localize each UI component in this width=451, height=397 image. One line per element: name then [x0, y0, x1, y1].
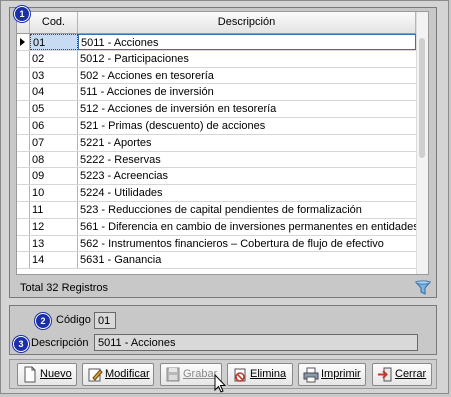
- cell-descripcion[interactable]: 502 - Acciones en tesorería: [78, 68, 416, 84]
- table-row[interactable]: 10 5224 - Utilidades: [17, 185, 416, 202]
- table-row[interactable]: 09 5223 - Acreencias: [17, 168, 416, 186]
- cell-cod[interactable]: 12: [30, 218, 78, 235]
- row-indicator: [17, 185, 30, 201]
- cell-cod[interactable]: 01: [30, 34, 78, 50]
- table-row[interactable]: 07 5221 - Aportes: [17, 134, 416, 152]
- row-indicator: [17, 67, 30, 84]
- column-header-cod[interactable]: Cod.: [30, 12, 78, 33]
- elimina-button[interactable]: Elimina: [227, 363, 293, 386]
- scrollbar-thumb[interactable]: [419, 38, 425, 158]
- codigo-badge: 2: [35, 313, 51, 329]
- mouse-cursor-icon: [214, 373, 228, 394]
- cell-descripcion[interactable]: 512 - Acciones de inversión en tesorería: [78, 101, 416, 117]
- row-indicator: [17, 218, 30, 235]
- modificar-label: Modificar: [105, 368, 150, 380]
- cell-cod[interactable]: 09: [30, 168, 78, 185]
- cell-descripcion[interactable]: 562 - Instrumentos financieros – Cobertu…: [78, 236, 416, 252]
- exit-icon: [377, 366, 393, 383]
- grid-panel: Cod. Descripción 01 5011 - Acciones 02 5012…: [9, 6, 437, 298]
- row-indicator: [17, 34, 30, 50]
- cell-cod[interactable]: 14: [30, 252, 78, 269]
- cell-cod[interactable]: 10: [30, 185, 78, 201]
- cell-descripcion[interactable]: 5012 - Participaciones: [78, 51, 416, 67]
- grabar-button[interactable]: Grabar: [160, 363, 222, 386]
- row-indicator: [17, 252, 30, 269]
- grid-rows: 01 5011 - Acciones 02 5012 - Participacione…: [17, 34, 416, 270]
- cell-cod[interactable]: 08: [30, 151, 78, 168]
- cerrar-button[interactable]: Cerrar: [372, 363, 432, 386]
- nuevo-button[interactable]: Nuevo: [17, 363, 77, 386]
- cell-cod[interactable]: 11: [30, 201, 78, 218]
- total-records-label: Total 32 Registros: [20, 282, 109, 294]
- row-indicator: [17, 84, 30, 101]
- cell-descripcion[interactable]: 511 - Acciones de inversión: [78, 84, 416, 100]
- table-row[interactable]: 08 5222 - Reservas: [17, 151, 416, 169]
- elimina-label: Elimina: [250, 368, 287, 380]
- grabar-label: Grabar: [183, 368, 218, 380]
- vertical-scrollbar[interactable]: [416, 12, 428, 274]
- table-row[interactable]: 12 561 - Diferencia en cambio de inversio…: [17, 218, 416, 236]
- table-row[interactable]: 13 562 - Instrumentos financieros – Cober…: [17, 235, 416, 253]
- column-header-descripcion[interactable]: Descripción: [78, 12, 416, 33]
- table-row[interactable]: 06 521 - Primas (descuento) de acciones: [17, 117, 416, 135]
- table-row[interactable]: 03 502 - Acciones en tesorería: [17, 67, 416, 85]
- cell-cod[interactable]: 06: [30, 117, 78, 134]
- row-indicator: [17, 117, 30, 134]
- row-indicator: [17, 235, 30, 252]
- table-row[interactable]: 11 523 - Reducciones de capital pendiente…: [17, 201, 416, 219]
- table-row[interactable]: 01 5011 - Acciones: [17, 34, 416, 51]
- row-indicator: [17, 201, 30, 218]
- row-indicator: [17, 151, 30, 168]
- cell-cod[interactable]: 04: [30, 84, 78, 101]
- row-indicator: [17, 134, 30, 151]
- table-row[interactable]: 02 5012 - Participaciones: [17, 50, 416, 68]
- current-row-arrow-icon: [20, 38, 25, 46]
- cell-descripcion[interactable]: 5223 - Acreencias: [78, 168, 416, 184]
- cell-cod[interactable]: 02: [30, 50, 78, 67]
- delete-icon: [232, 366, 248, 383]
- imprimir-label: Imprimir: [321, 368, 361, 380]
- grid-number-badge: 1: [14, 6, 30, 22]
- descripcion-field[interactable]: 5011 - Acciones: [94, 334, 418, 351]
- cell-descripcion[interactable]: 5631 - Ganancia: [78, 252, 416, 268]
- row-indicator: [17, 101, 30, 117]
- codigo-label: Código: [56, 314, 91, 326]
- save-icon: [165, 366, 181, 383]
- cell-descripcion[interactable]: 5011 - Acciones: [78, 34, 416, 50]
- new-document-icon: [22, 366, 38, 383]
- cell-cod[interactable]: 13: [30, 235, 78, 252]
- cell-descripcion[interactable]: 561 - Diferencia en cambio de inversione…: [78, 219, 416, 235]
- cell-cod[interactable]: 05: [30, 101, 78, 117]
- table-row[interactable]: 05 512 - Acciones de inversión en tesorer…: [17, 101, 416, 118]
- row-indicator: [17, 50, 30, 67]
- cell-descripcion[interactable]: 5224 - Utilidades: [78, 185, 416, 201]
- accounts-grid[interactable]: Cod. Descripción 01 5011 - Acciones 02 5012…: [16, 11, 429, 275]
- descripcion-badge: 3: [13, 336, 29, 352]
- modificar-button[interactable]: Modificar: [82, 363, 154, 386]
- codigo-field[interactable]: 01: [94, 312, 116, 329]
- nuevo-label: Nuevo: [40, 368, 72, 380]
- cell-descripcion[interactable]: 521 - Primas (descuento) de acciones: [78, 118, 416, 134]
- cell-descripcion[interactable]: 5221 - Aportes: [78, 135, 416, 151]
- imprimir-button[interactable]: Imprimir: [298, 363, 366, 386]
- edit-icon: [87, 366, 103, 383]
- table-row[interactable]: 14 5631 - Ganancia: [17, 252, 416, 270]
- cell-cod[interactable]: 03: [30, 67, 78, 84]
- printer-icon: [303, 366, 319, 383]
- grid-header: Cod. Descripción: [17, 12, 428, 34]
- cell-cod[interactable]: 07: [30, 134, 78, 151]
- row-indicator: [17, 168, 30, 185]
- table-row[interactable]: 04 511 - Acciones de inversión: [17, 84, 416, 102]
- descripcion-label: Descripción: [31, 337, 89, 349]
- cell-descripcion[interactable]: 523 - Reducciones de capital pendientes …: [78, 202, 416, 218]
- cell-descripcion[interactable]: 5222 - Reservas: [78, 152, 416, 168]
- window: Cod. Descripción 01 5011 - Acciones 02 5012…: [0, 0, 449, 394]
- cerrar-label: Cerrar: [395, 368, 427, 380]
- filter-icon[interactable]: [414, 279, 432, 297]
- form-panel: 2 Código 01 3 Descripción 5011 - Accione…: [9, 305, 437, 355]
